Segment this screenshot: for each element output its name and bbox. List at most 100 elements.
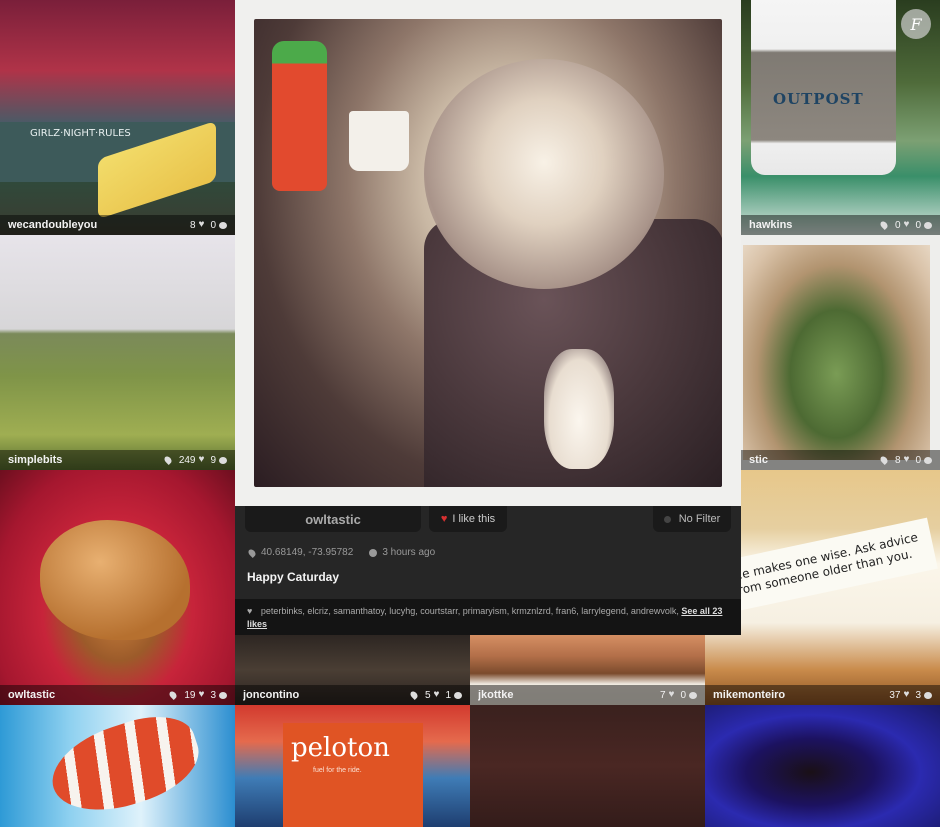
heart-icon: ♥ xyxy=(668,689,675,700)
location-pin-icon xyxy=(408,690,419,700)
cat-shape xyxy=(424,59,664,289)
likers-names: peterbinks, elcriz, samanthatoy, lucyhg,… xyxy=(260,606,679,616)
photo-action-tabs: owltastic ♥ I like this No Filter xyxy=(245,506,731,532)
comment-icon xyxy=(924,456,932,464)
like-count: 8 xyxy=(189,219,196,231)
username[interactable]: jkottke xyxy=(478,689,654,701)
photo-tile-hallway[interactable] xyxy=(705,705,940,827)
comment-count: 0 xyxy=(915,219,921,231)
comment-count: 1 xyxy=(445,689,451,701)
clock-icon xyxy=(369,548,378,557)
like-count: 7 xyxy=(659,689,666,701)
location-pin-icon xyxy=(162,455,173,465)
comment-count: 9 xyxy=(210,454,216,466)
photo-caption-bar: wecandoubleyou 8 ♥ 0 xyxy=(0,215,235,235)
username[interactable]: stic xyxy=(749,454,875,466)
photo-tile-simplebits[interactable]: simplebits 249 ♥ 9 xyxy=(0,235,235,470)
owner-username-tab[interactable]: owltastic xyxy=(245,506,421,532)
photo-caption-bar: owltastic 19 ♥ 3 xyxy=(0,685,235,705)
location-coordinates[interactable]: 40.68149, -73.95782 xyxy=(261,547,353,558)
like-label: I like this xyxy=(452,513,496,525)
photo-info: owltastic ♥ I like this No Filter 40.6814… xyxy=(235,506,741,635)
heart-icon: ♥ xyxy=(198,689,205,700)
heart-icon: ♥ xyxy=(903,689,910,700)
heart-icon: ♥ xyxy=(198,454,205,465)
photo-caption: Happy Caturday xyxy=(247,570,340,584)
photo-caption-bar: stic 8 ♥ 0 xyxy=(741,450,940,470)
comment-count: 0 xyxy=(680,689,686,701)
photo-image xyxy=(470,705,705,827)
comment-icon xyxy=(924,691,932,699)
photo-caption-bar: joncontino 5 ♥ 1 xyxy=(235,685,470,705)
sign-text: GIRLZ·NIGHT·RULES xyxy=(30,128,131,139)
username[interactable]: simplebits xyxy=(8,454,159,466)
filter-tab[interactable]: No Filter xyxy=(653,506,731,532)
like-button[interactable]: ♥ I like this xyxy=(429,506,507,532)
like-count: 37 xyxy=(889,689,901,701)
like-count: 0 xyxy=(894,219,901,231)
likes-list: ♥ peterbinks, elcriz, samanthatoy, lucyh… xyxy=(247,605,731,631)
filter-dot-icon xyxy=(663,515,671,523)
username[interactable]: joncontino xyxy=(243,689,405,701)
location-pin-icon xyxy=(168,690,179,700)
photo-image xyxy=(743,245,930,460)
magazine-tagline: fuel for the ride. xyxy=(313,767,362,774)
heart-icon: ♥ xyxy=(903,219,910,230)
cat-paw-shape xyxy=(544,349,614,469)
photo-tile-jkottke[interactable]: jkottke 7 ♥ 0 xyxy=(470,635,705,705)
like-count: 249 xyxy=(178,454,196,466)
photo-caption-bar: hawkins 0 ♥ 0 xyxy=(741,215,940,235)
photo-image xyxy=(705,705,940,827)
mug-shape xyxy=(349,111,409,171)
username[interactable]: hawkins xyxy=(749,219,875,231)
photo-tile-fish[interactable] xyxy=(0,705,235,827)
heart-icon: ♥ xyxy=(198,219,205,230)
comment-icon xyxy=(689,691,697,699)
location-pin-icon xyxy=(878,455,889,465)
photo-image xyxy=(0,235,235,470)
like-count: 8 xyxy=(894,454,901,466)
comment-icon xyxy=(924,221,932,229)
coffee-cup-shape: OUTPOST xyxy=(751,0,896,175)
heart-icon: ♥ xyxy=(440,513,448,525)
like-count: 19 xyxy=(184,689,196,701)
location-pin-icon xyxy=(247,547,257,558)
cup-text: OUTPOST xyxy=(773,90,864,108)
photo-tile-owltastic[interactable]: owltastic 19 ♥ 3 xyxy=(0,470,235,705)
username[interactable]: mikemonteiro xyxy=(713,689,883,701)
photo-tile-joncontino[interactable]: joncontino 5 ♥ 1 xyxy=(235,635,470,705)
comment-count: 0 xyxy=(210,219,216,231)
photo-tile-wecandoubleyou[interactable]: GIRLZ·NIGHT·RULES wecandoubleyou 8 ♥ 0 xyxy=(0,0,235,235)
comment-icon xyxy=(219,456,227,464)
photo-frame xyxy=(235,0,741,506)
magazine-title: peloton xyxy=(291,733,390,763)
username[interactable]: wecandoubleyou xyxy=(8,219,184,231)
comment-icon xyxy=(454,691,462,699)
featured-photo[interactable] xyxy=(254,19,722,487)
app-logo-icon[interactable]: F xyxy=(901,9,931,39)
likes-bar: ♥ peterbinks, elcriz, samanthatoy, lucyh… xyxy=(235,599,741,635)
photo-tile-garden[interactable]: stic 8 ♥ 0 xyxy=(741,235,940,470)
comment-count: 3 xyxy=(915,689,921,701)
photo-tile-empty[interactable] xyxy=(470,705,705,827)
filter-label: No Filter xyxy=(678,513,721,525)
photo-caption-bar: jkottke 7 ♥ 0 xyxy=(470,685,705,705)
heart-icon: ♥ xyxy=(903,454,910,465)
photo-caption-bar: simplebits 249 ♥ 9 xyxy=(0,450,235,470)
comment-count: 0 xyxy=(915,454,921,466)
username[interactable]: owltastic xyxy=(8,689,164,701)
heart-icon: ♥ xyxy=(433,689,440,700)
location-pin-icon xyxy=(878,220,889,230)
comment-count: 3 xyxy=(210,689,216,701)
time-ago: 3 hours ago xyxy=(382,547,436,558)
featured-photo-panel: owltastic ♥ I like this No Filter 40.6814… xyxy=(235,0,741,635)
photo-tile-peloton[interactable]: peloton fuel for the ride. xyxy=(235,705,470,827)
comment-icon xyxy=(219,691,227,699)
tab-spacer xyxy=(515,506,645,532)
photo-meta: 40.68149, -73.95782 3 hours ago xyxy=(247,547,436,558)
sauce-bottle-shape xyxy=(272,41,327,191)
like-count: 5 xyxy=(424,689,431,701)
magazine-cover: peloton fuel for the ride. xyxy=(283,723,423,827)
photo-caption-bar: mikemonteiro 37 ♥ 3 xyxy=(705,685,940,705)
heart-icon: ♥ xyxy=(247,606,253,616)
